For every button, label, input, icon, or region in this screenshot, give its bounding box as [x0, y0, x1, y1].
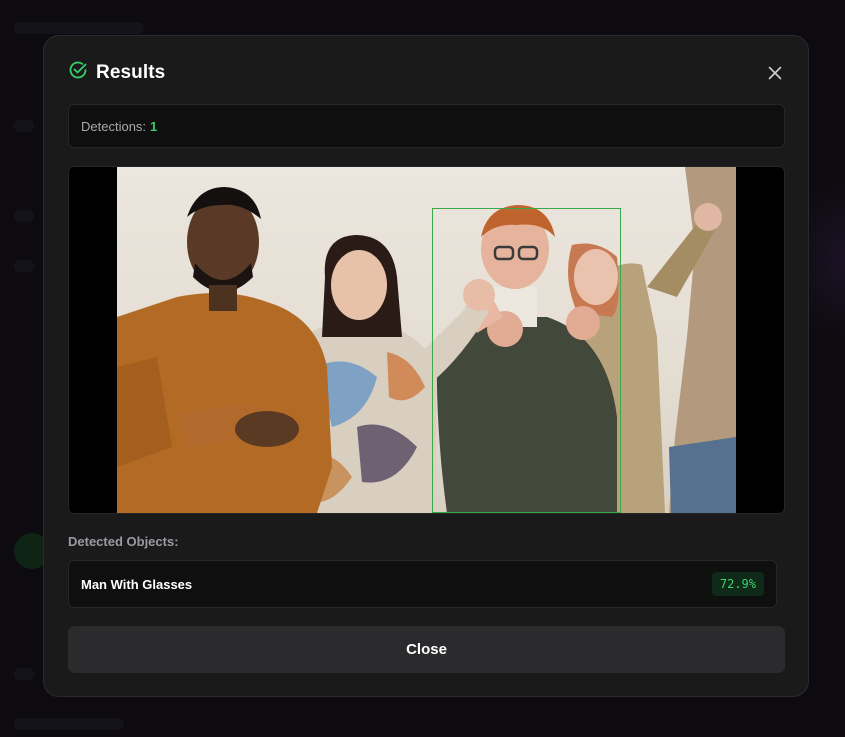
confidence-badge: 72.9% [711, 572, 764, 596]
result-photo [117, 167, 736, 513]
backdrop-text [14, 260, 34, 272]
detections-label-text: Detections: [81, 119, 147, 134]
object-name: Man With Glasses [81, 577, 193, 592]
check-circle-icon [69, 61, 87, 79]
detected-object-row[interactable]: Man With Glasses 72.9% [68, 560, 777, 608]
detection-box [432, 208, 621, 513]
modal-header: Results [68, 60, 784, 88]
backdrop-text [14, 22, 144, 34]
detections-summary: Detections: 1 [68, 104, 785, 148]
backdrop-text [14, 718, 124, 730]
backdrop-text [14, 210, 34, 222]
close-icon[interactable] [766, 64, 784, 82]
photo-people [117, 167, 736, 513]
detected-objects-heading: Detected Objects: [68, 534, 179, 549]
detections-label: Detections: 1 [81, 119, 157, 134]
close-button[interactable]: Close [68, 626, 785, 673]
backdrop-text [14, 120, 34, 132]
modal-title: Results [96, 62, 166, 83]
backdrop-text [14, 668, 34, 680]
results-modal: Results Detections: 1 Detected Objects: … [43, 35, 809, 697]
result-image-frame [68, 166, 785, 514]
detections-count: 1 [150, 119, 158, 134]
